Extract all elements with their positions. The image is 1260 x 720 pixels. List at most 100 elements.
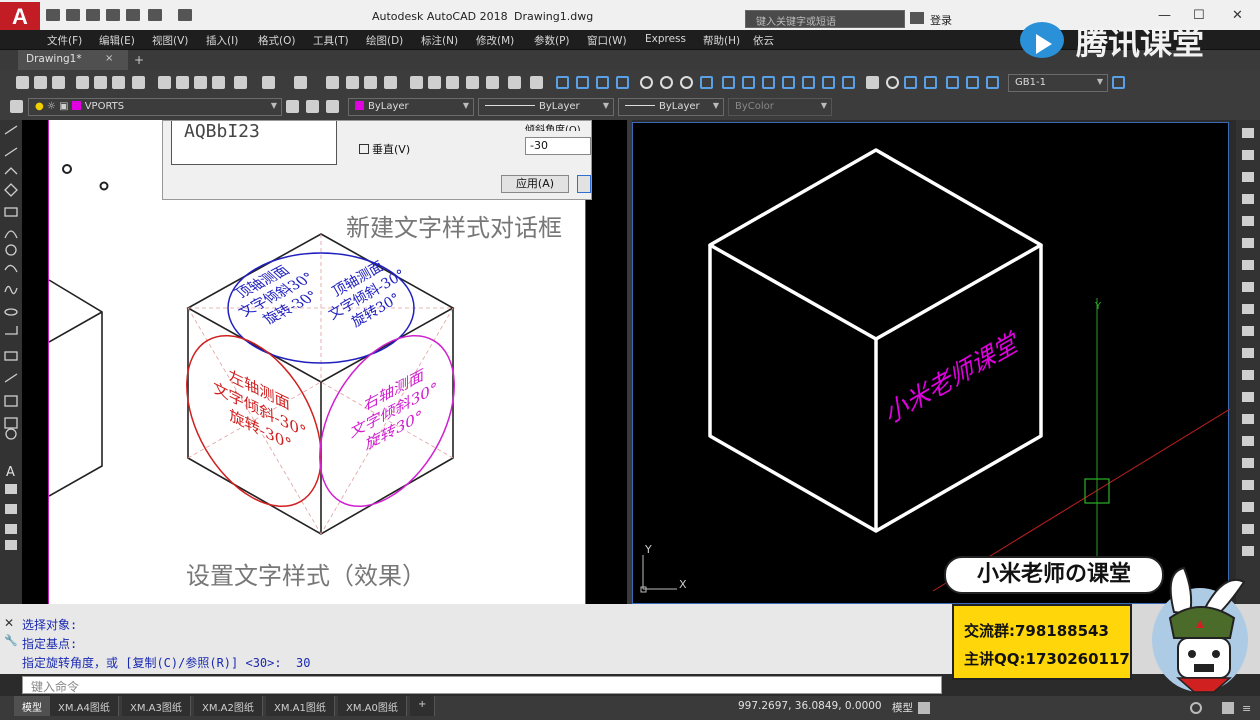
layout-tab-model[interactable]: 模型 [14, 696, 51, 716]
plot-icon[interactable] [76, 76, 89, 89]
menu-help[interactable]: 帮助(H) [703, 33, 740, 48]
jogged-dimension-icon[interactable] [660, 76, 673, 89]
menu-modify[interactable]: 修改(M) [476, 33, 514, 48]
menu-window[interactable]: 窗口(W) [587, 33, 627, 48]
help-icon[interactable] [530, 76, 543, 89]
cut-icon[interactable] [158, 76, 171, 89]
apply-button[interactable]: 应用(A) [501, 175, 569, 193]
menu-icon[interactable]: ≡ [1242, 702, 1251, 715]
menu-edit[interactable]: 编辑(E) [99, 33, 135, 48]
plotstyle-dropdown[interactable]: ByColor ▼ [728, 98, 832, 116]
next-button-edge[interactable] [577, 175, 591, 193]
aligned-dimension-icon[interactable] [576, 76, 589, 89]
qnew-icon[interactable] [16, 76, 29, 89]
tool-palettes-icon[interactable] [446, 76, 459, 89]
dimension-text-edit-icon[interactable] [924, 76, 937, 89]
vertical-checkbox[interactable]: 垂直(V) [359, 141, 410, 157]
linetype-dropdown[interactable]: ByLayer ▼ [478, 98, 614, 116]
save-icon[interactable] [52, 76, 65, 89]
login-link[interactable]: 登录 [930, 12, 952, 28]
model-space-toggle[interactable]: 模型 [892, 700, 913, 715]
dimension-style-icon[interactable] [966, 76, 979, 89]
binoculars-icon[interactable] [910, 12, 924, 24]
layout-tab-a3[interactable]: XM.A3图纸 [122, 696, 191, 716]
menu-file[interactable]: 文件(F) [47, 33, 82, 48]
dimension-break-icon[interactable] [802, 76, 815, 89]
menu-insert[interactable]: 插入(I) [206, 33, 238, 48]
command-input[interactable]: 键入命令 [22, 676, 942, 694]
menu-tools[interactable]: 工具(T) [313, 33, 349, 48]
zoom-realtime-icon[interactable] [346, 76, 359, 89]
layer-properties-icon[interactable] [10, 100, 23, 113]
color-dropdown[interactable]: ByLayer ▼ [348, 98, 474, 116]
match-properties-icon[interactable] [212, 76, 225, 89]
print-icon[interactable] [126, 9, 140, 21]
grid-icon[interactable] [918, 702, 930, 714]
publish-icon[interactable] [112, 76, 125, 89]
model-viewport[interactable]: 小米老师课堂 Y Y X [632, 122, 1231, 604]
gear-icon[interactable] [1190, 702, 1202, 714]
linear-dimension-icon[interactable] [556, 76, 569, 89]
copy-icon[interactable] [176, 76, 189, 89]
open-icon[interactable] [34, 76, 47, 89]
layout-tab-a4[interactable]: XM.A4图纸 [50, 696, 119, 716]
override-icon[interactable] [986, 76, 999, 89]
arc-length-icon[interactable] [596, 76, 609, 89]
dimension-style-dropdown[interactable]: GB1-1 ▼ [1008, 74, 1108, 92]
design-center-icon[interactable] [428, 76, 441, 89]
tolerance-icon[interactable] [822, 76, 835, 89]
help-search-input[interactable]: 键入关键字或短语 [745, 10, 905, 28]
ordinate-dimension-icon[interactable] [616, 76, 629, 89]
block-editor-icon[interactable] [234, 76, 247, 89]
open-file-icon[interactable] [66, 9, 80, 21]
redo-icon[interactable] [294, 76, 307, 89]
layout-tab-a1[interactable]: XM.A1图纸 [266, 696, 335, 716]
markup-icon[interactable] [486, 76, 499, 89]
menu-format[interactable]: 格式(O) [258, 33, 295, 48]
baseline-dimension-icon[interactable] [742, 76, 755, 89]
zoom-window-icon[interactable] [364, 76, 377, 89]
add-layout-button[interactable]: + [410, 696, 436, 716]
layout-tab-a2[interactable]: XM.A2图纸 [194, 696, 263, 716]
center-mark-icon[interactable] [842, 76, 855, 89]
quick-dimension-icon[interactable] [722, 76, 735, 89]
layout-tab-a0[interactable]: XM.A0图纸 [338, 696, 407, 716]
new-file-icon[interactable] [46, 9, 60, 21]
layer-dropdown[interactable]: ● ☼ ▣ VPORTS ▼ [28, 98, 282, 116]
radius-dimension-icon[interactable] [640, 76, 653, 89]
new-tab-button[interactable]: + [134, 53, 144, 67]
menu-express[interactable]: Express [645, 33, 686, 45]
paste-icon[interactable] [194, 76, 207, 89]
menu-draw[interactable]: 绘图(D) [366, 33, 403, 48]
make-current-layer-icon[interactable] [286, 100, 299, 113]
pan-icon[interactable] [326, 76, 339, 89]
angular-dimension-icon[interactable] [700, 76, 713, 89]
diameter-dimension-icon[interactable] [680, 76, 693, 89]
redo-icon[interactable] [178, 9, 192, 21]
dimension-update-icon[interactable] [946, 76, 959, 89]
dimension-style-manager-icon[interactable] [1112, 76, 1125, 89]
preview-icon[interactable] [94, 76, 107, 89]
undo-icon[interactable] [262, 76, 275, 89]
coordinates-readout[interactable]: 997.2697, 36.0849, 0.0000 [738, 700, 882, 712]
menu-parameters[interactable]: 参数(P) [534, 33, 570, 48]
layer-state-icon[interactable] [326, 100, 339, 113]
sheet-set-icon[interactable] [466, 76, 479, 89]
continue-dimension-icon[interactable] [762, 76, 775, 89]
properties-icon[interactable] [410, 76, 423, 89]
dimension-edit-icon[interactable] [904, 76, 917, 89]
save-icon[interactable] [86, 9, 100, 21]
close-command-icon[interactable]: ✕ [4, 616, 14, 630]
inspect-icon[interactable] [866, 76, 879, 89]
layer-previous-icon[interactable] [306, 100, 319, 113]
zoom-previous-icon[interactable] [384, 76, 397, 89]
quickcalc-icon[interactable] [508, 76, 521, 89]
menu-dimension[interactable]: 标注(N) [421, 33, 458, 48]
save-as-icon[interactable] [106, 9, 120, 21]
3d-print-icon[interactable] [132, 76, 145, 89]
undo-icon[interactable] [148, 9, 162, 21]
fullscreen-icon[interactable] [1222, 702, 1234, 714]
dimension-space-icon[interactable] [782, 76, 795, 89]
tab-close-icon[interactable]: × [105, 53, 113, 64]
menu-yiyun[interactable]: 依云 [753, 33, 774, 48]
